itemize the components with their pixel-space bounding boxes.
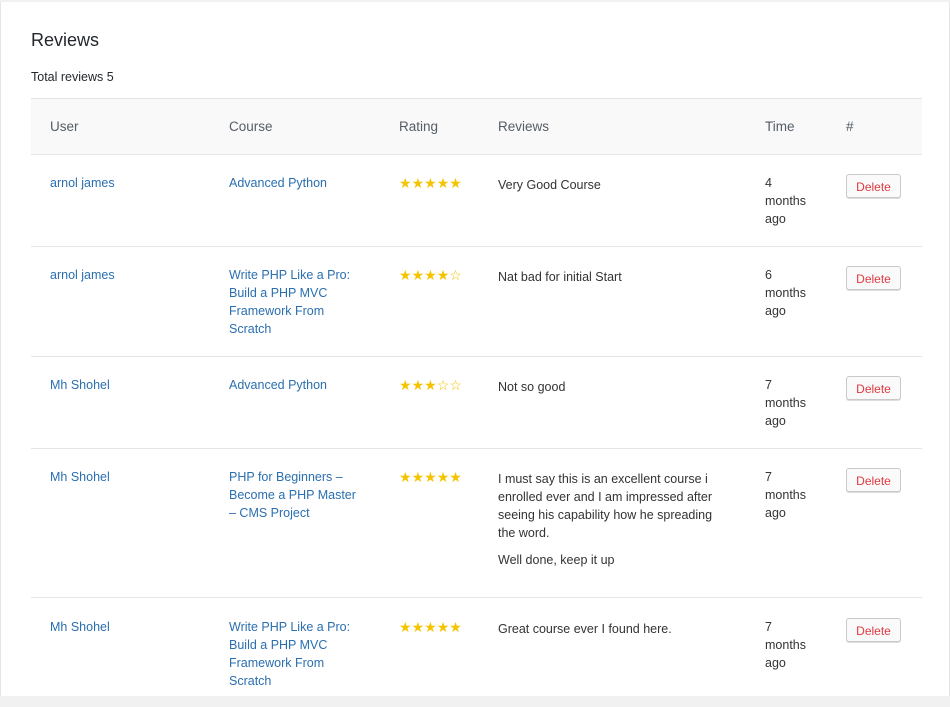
star-icon: ★	[399, 267, 412, 283]
review-time: 7 months ago	[746, 449, 815, 522]
review-time: 7 months ago	[746, 598, 815, 672]
star-icon: ★	[412, 619, 425, 635]
table-row: Mh Shohel Advanced Python ★★★☆☆ Not so g…	[31, 357, 922, 449]
star-icon: ★	[424, 175, 437, 191]
star-icon: ★	[437, 267, 450, 283]
header-course: Course	[210, 119, 380, 134]
table-row: arnol james Write PHP Like a Pro: Build …	[31, 247, 922, 357]
delete-button[interactable]: Delete	[846, 618, 901, 642]
star-outline-icon: ☆	[449, 267, 462, 283]
star-icon: ★	[412, 377, 425, 393]
star-icon: ★	[412, 175, 425, 191]
star-icon: ★	[437, 619, 450, 635]
page-title: Reviews	[31, 30, 99, 51]
star-icon: ★	[437, 469, 450, 485]
review-text: Great course ever I found here.	[479, 598, 746, 638]
reviews-table: User Course Rating Reviews Time # arnol …	[31, 98, 922, 707]
review-paragraph: Nat bad for initial Start	[498, 268, 746, 286]
delete-button[interactable]: Delete	[846, 266, 901, 290]
review-time: 7 months ago	[746, 357, 815, 430]
table-header-row: User Course Rating Reviews Time #	[31, 99, 922, 155]
rating-stars: ★★★★★	[380, 598, 479, 636]
delete-button[interactable]: Delete	[846, 468, 901, 492]
user-link[interactable]: Mh Shohel	[50, 470, 110, 484]
course-link[interactable]: Write PHP Like a Pro: Build a PHP MVC Fr…	[229, 268, 350, 336]
course-link[interactable]: PHP for Beginners – Become a PHP Master …	[229, 470, 356, 520]
delete-button[interactable]: Delete	[846, 174, 901, 198]
review-time: 6 months ago	[746, 247, 815, 320]
star-icon: ★	[399, 175, 412, 191]
star-icon: ★	[424, 377, 437, 393]
review-paragraph: I must say this is an excellent course i…	[498, 470, 726, 542]
rating-stars: ★★★★☆	[380, 247, 479, 284]
star-icon: ★	[449, 175, 462, 191]
review-text: I must say this is an excellent course i…	[479, 449, 726, 569]
user-link[interactable]: Mh Shohel	[50, 620, 110, 634]
star-outline-icon: ☆	[437, 377, 450, 393]
course-link[interactable]: Write PHP Like a Pro: Build a PHP MVC Fr…	[229, 620, 350, 688]
star-icon: ★	[424, 469, 437, 485]
course-link[interactable]: Advanced Python	[229, 176, 327, 190]
star-icon: ★	[399, 377, 412, 393]
delete-button[interactable]: Delete	[846, 376, 901, 400]
star-icon: ★	[412, 469, 425, 485]
rating-stars: ★★★★★	[380, 449, 479, 486]
review-paragraph: Great course ever I found here.	[498, 620, 746, 638]
rating-stars: ★★★☆☆	[380, 357, 479, 394]
star-icon: ★	[424, 619, 437, 635]
star-icon: ★	[399, 469, 412, 485]
course-link[interactable]: Advanced Python	[229, 378, 327, 392]
table-row: Mh Shohel PHP for Beginners – Become a P…	[31, 449, 922, 598]
review-time: 4 months ago	[746, 155, 815, 228]
table-row: arnol james Advanced Python ★★★★★ Very G…	[31, 155, 922, 247]
star-icon: ★	[412, 267, 425, 283]
star-icon: ★	[424, 267, 437, 283]
user-link[interactable]: arnol james	[50, 176, 115, 190]
total-reviews: Total reviews 5	[31, 70, 114, 84]
star-icon: ★	[449, 619, 462, 635]
header-rating: Rating	[380, 119, 479, 134]
header-time: Time	[746, 119, 827, 134]
review-paragraph: Very Good Course	[498, 176, 746, 194]
star-icon: ★	[449, 469, 462, 485]
star-icon: ★	[399, 619, 412, 635]
header-reviews: Reviews	[479, 119, 746, 134]
review-text: Not so good	[479, 357, 746, 396]
table-row: Mh Shohel Write PHP Like a Pro: Build a …	[31, 598, 922, 707]
star-icon: ★	[437, 175, 450, 191]
reviews-panel: Reviews Total reviews 5 User Course Rati…	[0, 2, 950, 696]
rating-stars: ★★★★★	[380, 155, 479, 192]
star-outline-icon: ☆	[449, 377, 462, 393]
review-text: Nat bad for initial Start	[479, 247, 746, 286]
review-paragraph: Well done, keep it up	[498, 551, 726, 569]
review-paragraph: Not so good	[498, 378, 746, 396]
review-text: Very Good Course	[479, 155, 746, 194]
header-action: #	[827, 119, 922, 134]
user-link[interactable]: Mh Shohel	[50, 378, 110, 392]
user-link[interactable]: arnol james	[50, 268, 115, 282]
header-user: User	[31, 119, 210, 134]
